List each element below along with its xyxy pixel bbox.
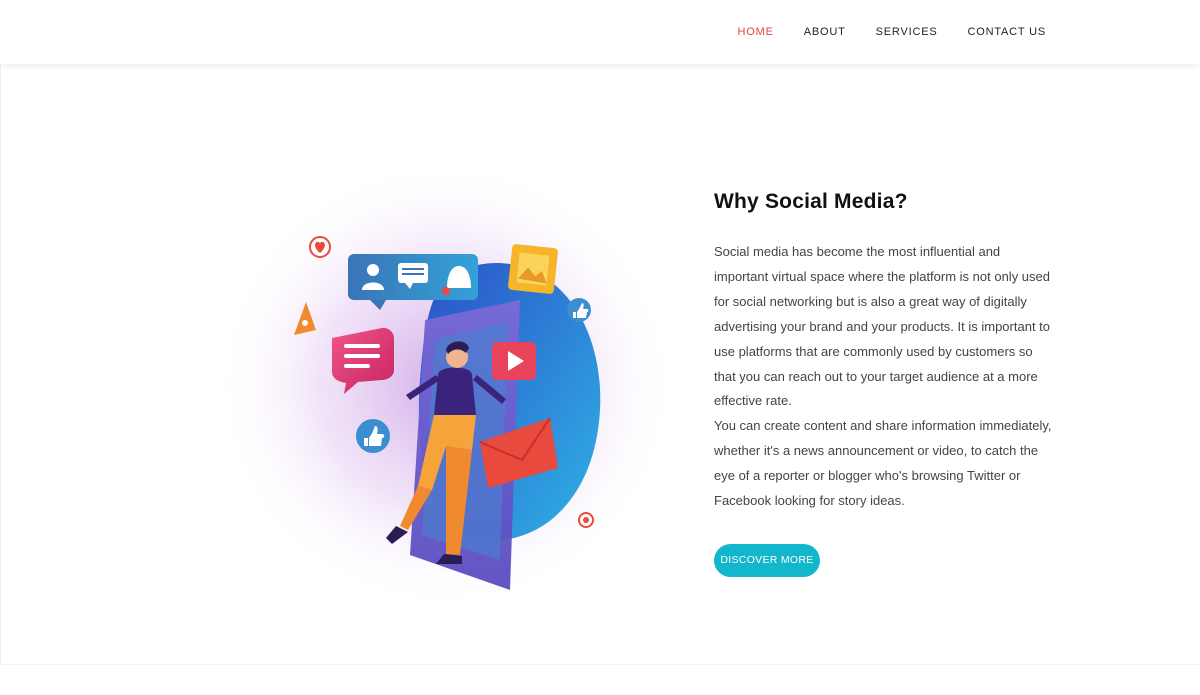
image-icon <box>508 244 558 294</box>
section-title: Why Social Media? <box>714 190 908 213</box>
nav-menu: HOME ABOUT SERVICES CONTACT US <box>738 0 1046 64</box>
record-icon <box>578 512 594 528</box>
nav-home-link[interactable]: HOME <box>738 26 774 38</box>
section-paragraph-2: You can create content and share informa… <box>714 418 1052 509</box>
nav-contact-link[interactable]: CONTACT US <box>968 26 1047 38</box>
heart-icon <box>309 236 331 258</box>
section-paragraph-1: Social media has become the most influen… <box>714 244 1051 409</box>
page-bottom-edge <box>0 664 1200 695</box>
nav-services-link[interactable]: SERVICES <box>876 26 938 38</box>
discover-more-button[interactable]: DISCOVER MORE <box>714 543 820 577</box>
page-left-border <box>0 64 1 664</box>
why-social-media-section: Why Social Media? Social media has becom… <box>714 190 1054 577</box>
play-icon <box>492 342 536 380</box>
nav-about-link[interactable]: ABOUT <box>804 26 846 38</box>
navbar: HOME ABOUT SERVICES CONTACT US <box>0 0 1200 64</box>
thumbs-up-icon <box>567 298 591 322</box>
social-media-illustration <box>215 160 675 610</box>
left-thumbs-up-icon <box>356 419 390 453</box>
